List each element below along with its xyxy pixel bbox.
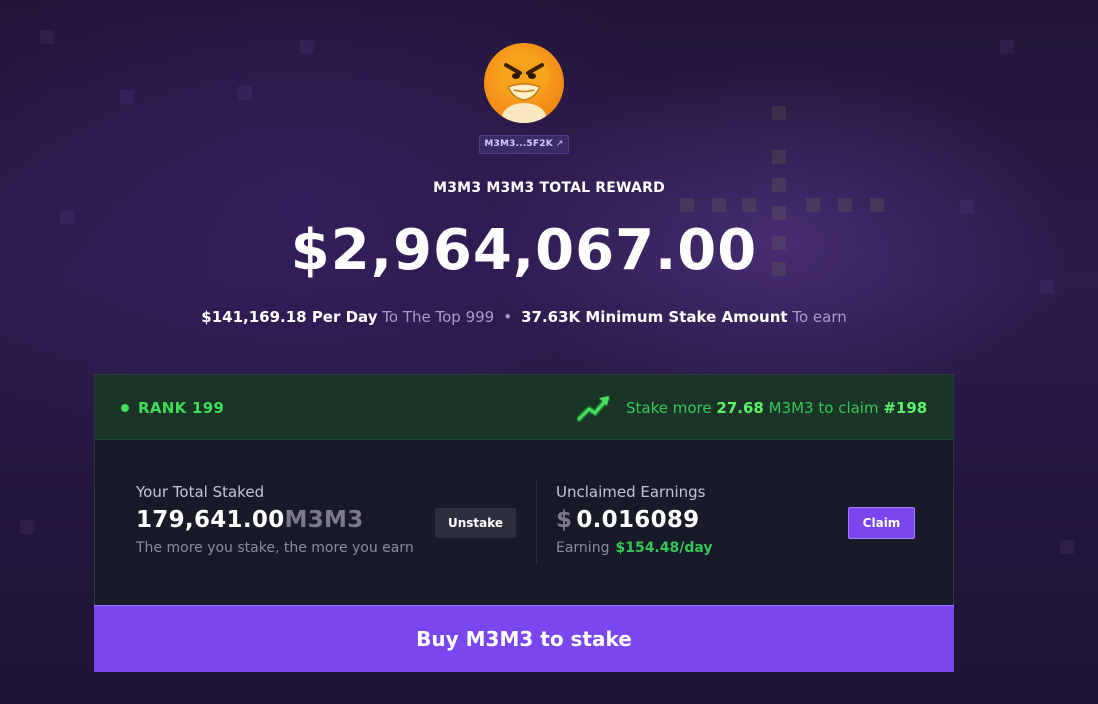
separator-dot: •: [503, 308, 513, 326]
section-divider: [536, 481, 537, 565]
total-staked-note: The more you stake, the more you earn: [136, 540, 414, 556]
rank-label: RANK 199: [138, 399, 225, 417]
earning-rate: $154.48/day: [615, 540, 713, 556]
rank-bar: RANK 199 Stake more 27.68 M3M3 to claim …: [95, 375, 953, 440]
total-staked-unit: M3M3: [284, 507, 364, 533]
total-reward-amount: $2,964,067.00: [290, 218, 758, 283]
unclaimed-earnings-section: Unclaimed Earnings $0.016089 Earning $154…: [556, 483, 713, 556]
total-staked-label: Your Total Staked: [136, 483, 265, 501]
earning-rate-row: Earning $154.48/day: [556, 540, 713, 556]
min-stake-suffix: To earn: [792, 308, 847, 326]
earnings-currency: $: [556, 507, 573, 533]
stake-more-prefix: Stake more: [626, 399, 712, 417]
claim-button[interactable]: Claim: [848, 507, 915, 539]
unstake-button[interactable]: Unstake: [435, 508, 516, 538]
rank-status-dot: [121, 404, 129, 412]
stake-more-middle: M3M3 to claim: [768, 399, 879, 417]
stake-more-amount: 27.68: [716, 399, 764, 417]
token-address-text: M3M3...5F2K: [484, 139, 553, 149]
duck-mascot-icon: [498, 55, 550, 123]
earning-label: Earning: [556, 540, 610, 556]
total-staked-section: Your Total Staked 179,641.00M3M3 The mor…: [136, 483, 414, 556]
unclaimed-earnings-label: Unclaimed Earnings: [556, 483, 706, 501]
reward-subtitle: $141,169.18 Per Day To The Top 999 • 37.63…: [0, 308, 1048, 326]
buy-to-stake-button[interactable]: Buy M3M3 to stake: [94, 605, 954, 672]
token-avatar: [484, 43, 564, 123]
total-staked-value-row: 179,641.00M3M3: [136, 507, 414, 533]
per-day-value: $141,169.18 Per Day: [201, 308, 378, 326]
unclaimed-earnings-value-row: $0.016089: [556, 507, 713, 533]
external-link-icon: ↗: [555, 139, 564, 149]
unclaimed-earnings-value: 0.016089: [576, 507, 700, 533]
reward-title: M3M3 M3M3 TOTAL REWARD: [433, 180, 665, 196]
token-address-link[interactable]: M3M3...5F2K ↗: [479, 135, 569, 154]
stake-more-message: Stake more 27.68 M3M3 to claim #198: [626, 399, 927, 417]
target-rank: #198: [883, 399, 928, 417]
per-day-suffix: To The Top 999: [382, 308, 495, 326]
trending-up-icon: [577, 396, 610, 422]
total-staked-value: 179,641.00: [136, 507, 285, 533]
min-stake-value: 37.63K Minimum Stake Amount: [521, 308, 788, 326]
